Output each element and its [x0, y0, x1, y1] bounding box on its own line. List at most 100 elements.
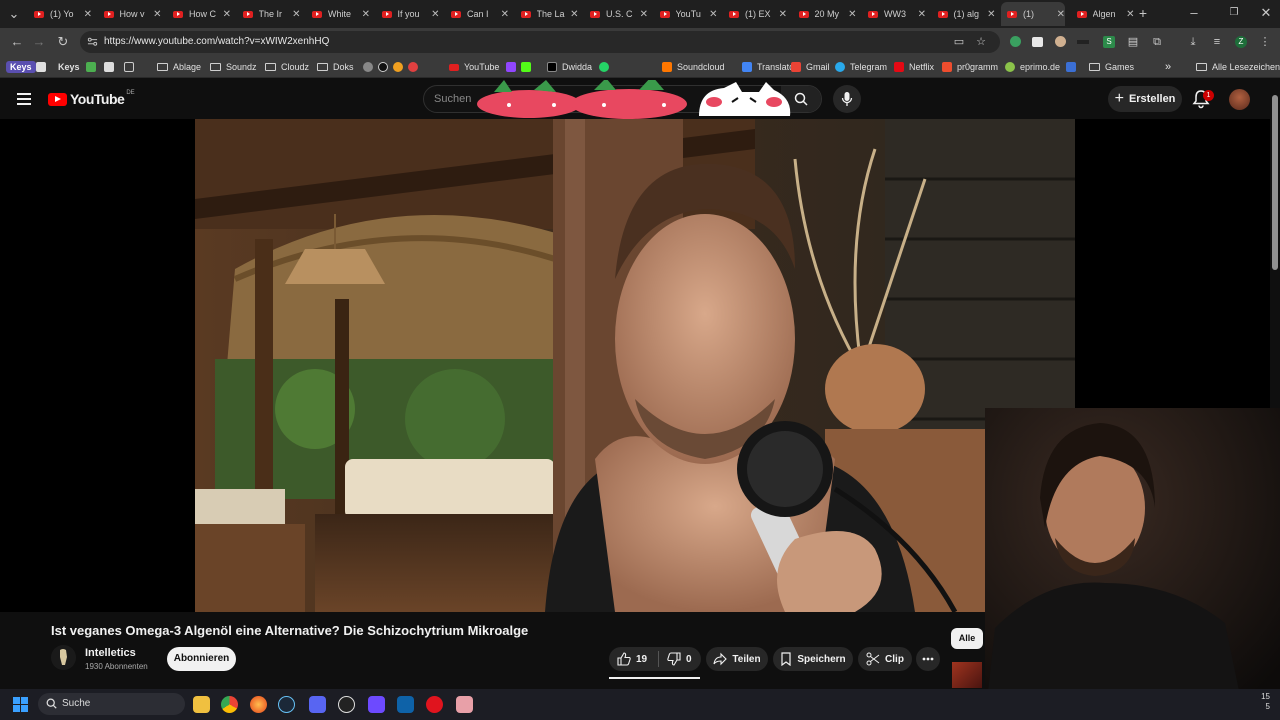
- profile-avatar-icon[interactable]: Z: [1232, 33, 1250, 51]
- browser-menu-icon[interactable]: ⋮: [1256, 33, 1274, 51]
- url-text[interactable]: https://www.youtube.com/watch?v=xWIW2xen…: [104, 36, 329, 47]
- opera-icon[interactable]: [426, 696, 443, 713]
- bookmark-extra-icons[interactable]: [506, 60, 536, 74]
- bookmark-netflix[interactable]: Netflix: [894, 60, 934, 74]
- bookmarks-overflow-icon[interactable]: »: [1165, 60, 1171, 74]
- restore-icon[interactable]: ❐: [1226, 5, 1242, 21]
- menu-hamburger-icon[interactable]: [17, 93, 31, 105]
- close-window-icon[interactable]: ✕: [1258, 5, 1274, 21]
- bookmark-telegram[interactable]: Telegram: [835, 60, 887, 74]
- tab-close-icon[interactable]: ✕: [987, 9, 995, 20]
- media-control-icon[interactable]: ≡: [1208, 33, 1226, 51]
- system-clock[interactable]: 15 5: [1258, 692, 1270, 712]
- all-bookmarks[interactable]: Alle Lesezeichen: [1196, 60, 1280, 74]
- browser-tab[interactable]: How v ✕: [98, 4, 162, 24]
- create-button[interactable]: + Erstellen: [1108, 86, 1182, 112]
- discord-icon[interactable]: [309, 696, 326, 713]
- subscribe-button[interactable]: Abonnieren: [167, 647, 236, 671]
- tab-close-icon[interactable]: ✕: [570, 9, 578, 20]
- like-button[interactable]: 19: [609, 651, 659, 667]
- tab-close-icon[interactable]: ✕: [1126, 9, 1134, 20]
- bookmark-dwidda[interactable]: Dwidda: [547, 60, 592, 74]
- back-arrow-icon[interactable]: ←: [9, 34, 25, 50]
- paint-icon[interactable]: [456, 696, 473, 713]
- bookmark-folder-doks[interactable]: Doks: [317, 60, 354, 74]
- save-button[interactable]: Speichern: [773, 647, 853, 671]
- bookmark-white-icon[interactable]: [104, 60, 119, 74]
- windows-start-icon[interactable]: [13, 697, 28, 712]
- bookmark-green-icon[interactable]: [86, 60, 101, 74]
- bookmark-star-icon[interactable]: ☆: [972, 33, 990, 51]
- proton-vpn-icon[interactable]: [368, 696, 385, 713]
- browser-tab[interactable]: YouTu ✕: [654, 4, 718, 24]
- firefox-icon[interactable]: [250, 696, 267, 713]
- bookmark-whatsapp[interactable]: [599, 60, 614, 74]
- tab-close-icon[interactable]: ✕: [918, 9, 926, 20]
- bookmark-gmail[interactable]: Gmail: [791, 60, 830, 74]
- browser-tab[interactable]: White ✕: [306, 4, 370, 24]
- extension-icon-4[interactable]: [1074, 33, 1092, 51]
- bookmark-translator[interactable]: Translator: [742, 60, 797, 74]
- dislike-button[interactable]: 0: [659, 652, 692, 666]
- tab-close-icon[interactable]: ✕: [848, 9, 856, 20]
- browser-tab[interactable]: 20 My ✕: [793, 4, 857, 24]
- channel-avatar[interactable]: [51, 645, 76, 670]
- bookmark-small-icons[interactable]: [363, 60, 423, 74]
- tab-close-icon[interactable]: ✕: [223, 9, 231, 20]
- video-player[interactable]: [195, 119, 1075, 612]
- bookmark-blue-icon[interactable]: [1066, 60, 1081, 74]
- bookmark-eprimo[interactable]: eprimo.de: [1005, 60, 1060, 74]
- bookmark-grid-icon[interactable]: [124, 60, 139, 74]
- reload-icon[interactable]: ↻: [55, 34, 71, 50]
- browser-tab[interactable]: Algen ✕: [1071, 4, 1135, 24]
- vscode-icon[interactable]: [397, 696, 414, 713]
- browser-tab[interactable]: The Ir ✕: [237, 4, 301, 24]
- browser-tab[interactable]: How C ✕: [167, 4, 231, 24]
- download-icon[interactable]: ⤓: [1184, 33, 1202, 51]
- tab-close-icon[interactable]: ✕: [709, 9, 717, 20]
- voice-search-button[interactable]: [833, 85, 861, 113]
- bookmark-keys-chip[interactable]: Keys: [6, 60, 36, 74]
- site-settings-icon[interactable]: [87, 36, 98, 47]
- account-avatar[interactable]: [1229, 89, 1250, 110]
- bookmark-folder-games[interactable]: Games: [1089, 60, 1134, 74]
- new-tab-plus-icon[interactable]: +: [1135, 5, 1151, 21]
- obs-icon[interactable]: [338, 696, 355, 713]
- channel-name[interactable]: Intelletics: [85, 647, 136, 659]
- steam-icon[interactable]: [278, 696, 295, 713]
- taskbar-search-box[interactable]: Suche: [38, 693, 185, 715]
- extensions-puzzle-icon[interactable]: ⧉: [1148, 33, 1166, 51]
- extension-icon-5[interactable]: S: [1100, 33, 1118, 51]
- tab-close-icon[interactable]: ✕: [779, 9, 787, 20]
- extension-icon-2[interactable]: [1028, 33, 1046, 51]
- address-bar[interactable]: https://www.youtube.com/watch?v=xWIW2xen…: [80, 31, 1000, 53]
- browser-tab[interactable]: (1) ✕: [1001, 2, 1065, 26]
- bookmark-folder-cloudz[interactable]: Cloudz: [265, 60, 309, 74]
- bookmark-pr0gramm[interactable]: pr0gramm: [942, 60, 998, 74]
- filter-chip-all[interactable]: Alle: [951, 628, 983, 649]
- cast-icon[interactable]: ▭: [950, 33, 968, 51]
- browser-tab[interactable]: (1) alg ✕: [932, 4, 996, 24]
- tab-close-icon[interactable]: ✕: [84, 9, 92, 20]
- share-button[interactable]: Teilen: [706, 647, 768, 671]
- bookmark-soundcloud[interactable]: Soundcloud: [662, 60, 725, 74]
- more-actions-button[interactable]: [916, 647, 940, 671]
- tab-search-chevron-icon[interactable]: ⌄: [6, 6, 22, 22]
- tab-close-icon[interactable]: ✕: [362, 9, 370, 20]
- tab-close-icon[interactable]: ✕: [1057, 9, 1065, 20]
- forward-arrow-icon[interactable]: →: [31, 34, 47, 50]
- file-explorer-icon[interactable]: [193, 696, 210, 713]
- extension-icon-6[interactable]: ▤: [1124, 33, 1142, 51]
- browser-tab[interactable]: The La ✕: [515, 4, 579, 24]
- browser-tab[interactable]: (1) Yo ✕: [28, 4, 92, 24]
- recommended-video-thumbnail[interactable]: [952, 662, 982, 688]
- tab-close-icon[interactable]: ✕: [501, 9, 509, 20]
- scrollbar-thumb[interactable]: [1272, 95, 1278, 270]
- bookmark-youtube[interactable]: YouTube: [449, 60, 499, 74]
- bookmark-folder-ablage[interactable]: Ablage: [157, 60, 201, 74]
- extension-icon-1[interactable]: [1006, 33, 1024, 51]
- bookmark-note-icon[interactable]: [36, 60, 51, 74]
- browser-tab[interactable]: Can I ✕: [445, 4, 509, 24]
- tab-close-icon[interactable]: ✕: [292, 9, 300, 20]
- browser-tab[interactable]: (1) EX ✕: [723, 4, 787, 24]
